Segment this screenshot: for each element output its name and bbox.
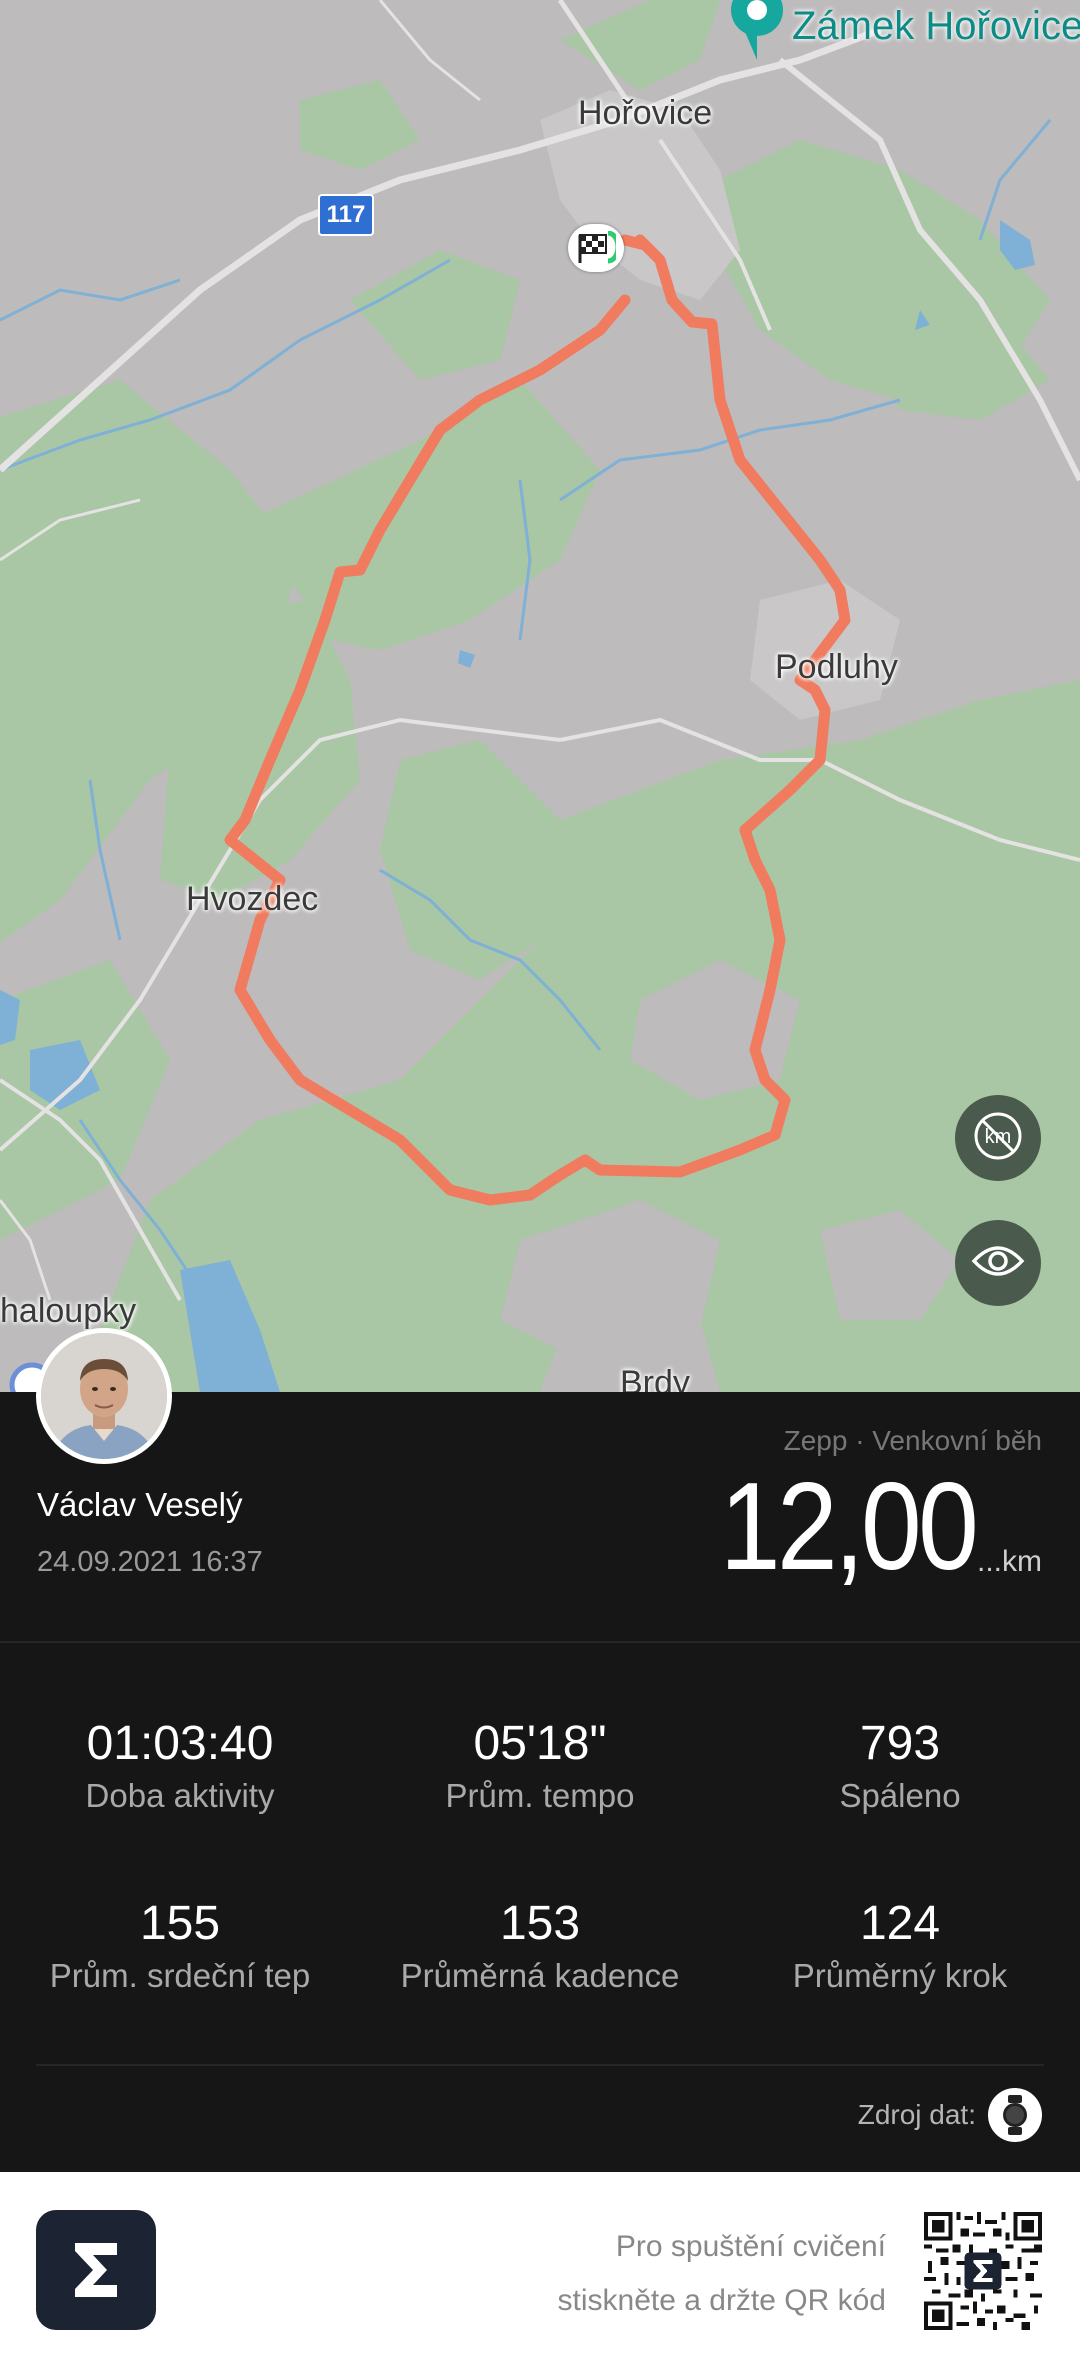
divider <box>36 2064 1044 2066</box>
data-source-label: Zdroj dat: <box>857 2099 976 2130</box>
stat-value: 05'18" <box>473 1717 607 1770</box>
stat-label: Spáleno <box>839 1777 961 1814</box>
stat-cadence: 153 Průměrná kadence <box>360 1896 720 1995</box>
stat-label: Prům. srdeční tep <box>49 1957 311 1994</box>
visibility-toggle-button[interactable] <box>955 1220 1041 1306</box>
stat-label: Doba aktivity <box>85 1777 275 1814</box>
stat-label: Prům. tempo <box>445 1777 635 1814</box>
data-source: Zdroj dat: <box>858 2088 1042 2142</box>
stat-duration: 01:03:40 Doba aktivity <box>0 1716 360 1815</box>
eye-icon <box>970 1241 1026 1286</box>
km-markers-toggle-button[interactable]: km <box>955 1095 1041 1181</box>
stat-value: 155 <box>139 1897 221 1950</box>
finish-flag-icon <box>568 224 624 272</box>
stat-heart-rate: 155 Prům. srdeční tep <box>0 1896 360 1995</box>
stat-value: 153 <box>499 1897 581 1950</box>
stat-label: Průměrný krok <box>792 1957 1008 1994</box>
avatar[interactable] <box>36 1328 172 1464</box>
route-map[interactable]: 117 Zámek Hořovice Hořovice Podluhy Hvoz… <box>0 0 1080 1392</box>
qr-instructions: Pro spuštění cvičení stiskněte a držte Q… <box>558 2220 886 2328</box>
divider <box>0 1641 1080 1643</box>
distance-display: 12,00 ...km <box>685 1465 1042 1589</box>
watch-icon[interactable] <box>988 2088 1042 2142</box>
user-name: Václav Veselý <box>37 1486 243 1523</box>
stat-calories: 793 Spáleno <box>720 1716 1080 1815</box>
map-label-chaloupky: haloupky <box>0 1292 137 1330</box>
map-label-hvozdec: Hvozdec <box>186 880 319 918</box>
stat-label: Průměrná kadence <box>400 1957 680 1994</box>
distance-unit: ...km <box>977 1545 1042 1578</box>
zepp-app-logo[interactable] <box>36 2210 156 2330</box>
km-off-icon: km <box>970 1108 1026 1169</box>
footer: Pro spuštění cvičení stiskněte a držte Q… <box>0 2172 1080 2370</box>
map-label-podluhy: Podluhy <box>775 648 898 686</box>
map-label-horovice: Hořovice <box>578 94 713 132</box>
qr-instructions-line1: Pro spuštění cvičení <box>615 2230 886 2263</box>
road-number-shield: 117 <box>318 194 374 236</box>
poi-label-zamek-horovice[interactable]: Zámek Hořovice <box>792 4 1080 49</box>
map-label-brdy: Brdy <box>620 1364 690 1392</box>
stat-pace: 05'18" Prům. tempo <box>360 1716 720 1815</box>
activity-source: Zepp · Venkovní běh <box>783 1425 1042 1456</box>
stat-value: 01:03:40 <box>86 1717 274 1770</box>
activity-date: 24.09.2021 16:37 <box>37 1546 263 1578</box>
stat-value: 793 <box>859 1717 941 1770</box>
stat-value: 124 <box>859 1897 941 1950</box>
qr-code[interactable] <box>924 2212 1042 2330</box>
stat-stride: 124 Průměrný krok <box>720 1896 1080 1995</box>
qr-instructions-line2: stiskněte a držte QR kód <box>557 2284 886 2317</box>
distance-value: 12,00 <box>719 1458 979 1596</box>
map-base <box>0 0 1080 1392</box>
